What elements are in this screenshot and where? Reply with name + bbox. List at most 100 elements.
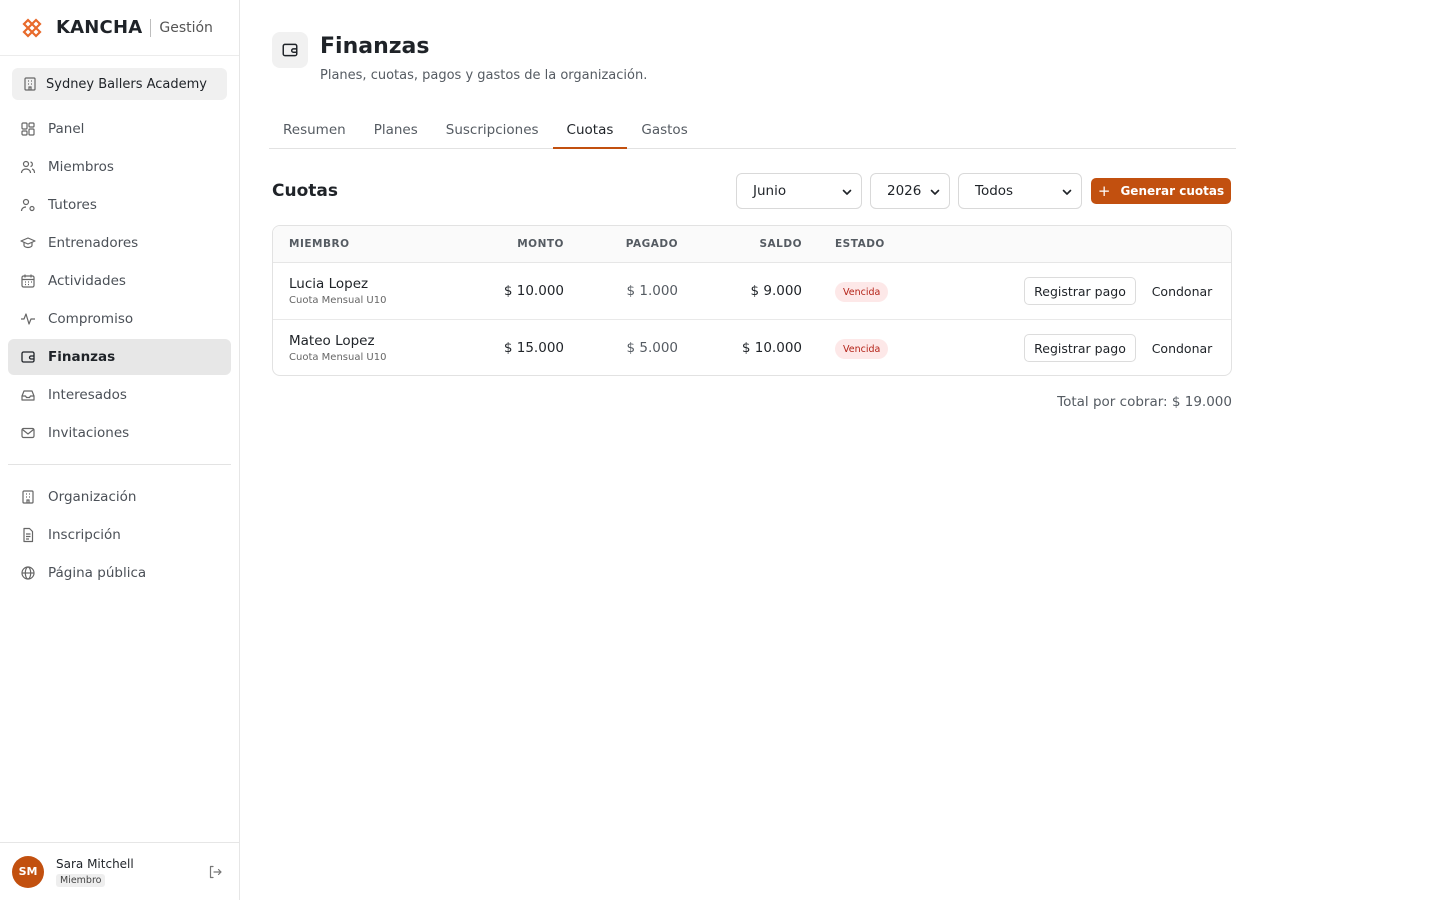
graduation-cap-icon (20, 237, 36, 249)
column-header-balance: SALDO (759, 238, 802, 250)
month-select-value: Junio (753, 183, 787, 199)
user-info: Sara Mitchell Miembro (56, 857, 134, 887)
sidebar-item-compromiso[interactable]: Compromiso (8, 301, 231, 337)
users-icon (20, 160, 36, 174)
sidebar-item-label: Finanzas (48, 349, 116, 365)
sidebar-item-entrenadores[interactable]: Entrenadores (8, 225, 231, 261)
calendar-icon (21, 274, 35, 288)
status-badge: Vencida (835, 282, 889, 302)
brand-name: KANCHA (56, 17, 143, 38)
chevron-down-icon (1062, 189, 1072, 195)
register-payment-button[interactable]: Registrar pago (1024, 334, 1136, 362)
sidebar-item-label: Interesados (48, 387, 127, 403)
generate-fees-label: Generar cuotas (1120, 184, 1225, 198)
avatar[interactable]: SM (12, 855, 44, 888)
column-header-amount: MONTO (517, 238, 564, 250)
section-title: Cuotas (272, 181, 338, 201)
globe-icon (21, 566, 35, 580)
sidebar-divider (8, 464, 231, 465)
document-icon (23, 527, 34, 543)
page-subtitle: Planes, cuotas, pagos y gastos de la org… (320, 68, 648, 83)
sidebar-item-tutores[interactable]: Tutores (8, 187, 231, 223)
user-name: Sara Mitchell (56, 856, 134, 871)
status-select-value: Todos (975, 183, 1014, 199)
sidebar-item-invitaciones[interactable]: Invitaciones (8, 415, 231, 451)
user-role-badge: Miembro (56, 873, 106, 887)
balance-cell: $ 10.000 (741, 340, 802, 356)
sidebar-item-label: Miembros (48, 159, 114, 175)
year-select[interactable]: 2026 (870, 173, 950, 209)
main-content: Finanzas Planes, cuotas, pagos y gastos … (240, 0, 1440, 900)
brand-divider (150, 18, 152, 37)
register-payment-button[interactable]: Registrar pago (1024, 277, 1136, 305)
chevron-down-icon (930, 189, 940, 195)
building-icon (22, 490, 34, 504)
sidebar-item-interesados[interactable]: Interesados (8, 377, 231, 413)
user-key-icon (20, 198, 35, 212)
column-header-status: ESTADO (835, 238, 885, 250)
sidebar-item-finanzas[interactable]: Finanzas (8, 339, 231, 375)
sidebar-item-label: Panel (48, 121, 85, 137)
month-select[interactable]: Junio (736, 173, 862, 209)
paid-cell: $ 5.000 (626, 340, 678, 356)
tab-planes[interactable]: Planes (360, 112, 432, 148)
sidebar-item-label: Actividades (48, 273, 126, 289)
sidebar-item-label: Invitaciones (48, 425, 130, 441)
user-profile: SM Sara Mitchell Miembro (0, 842, 239, 900)
page-title: Finanzas (320, 34, 430, 59)
tab-resumen[interactable]: Resumen (269, 112, 360, 148)
amount-cell: $ 15.000 (503, 340, 564, 356)
status-badge: Vencida (835, 339, 889, 359)
member-plan: Cuota Mensual U10 (289, 295, 387, 306)
column-header-paid: PAGADO (625, 238, 678, 250)
chevron-down-icon (842, 189, 852, 195)
sidebar-nav: Panel Miembros Tutores Entrenadores Acti… (8, 111, 231, 593)
sidebar: KANCHA Gestión Sydney Ballers Academy Pa… (0, 0, 240, 900)
sidebar-item-label: Página pública (48, 565, 147, 581)
table-header: MIEMBRO MONTO PAGADO SALDO ESTADO (273, 226, 1231, 263)
sidebar-item-actividades[interactable]: Actividades (8, 263, 231, 299)
amount-cell: $ 10.000 (503, 283, 564, 299)
wallet-icon (21, 351, 35, 363)
grid-icon (21, 122, 35, 136)
sidebar-item-inscripcion[interactable]: Inscripción (8, 517, 231, 553)
member-name: Lucia Lopez (289, 276, 369, 292)
tab-gastos[interactable]: Gastos (627, 112, 701, 148)
year-select-value: 2026 (887, 183, 922, 199)
generate-fees-button[interactable]: + Generar cuotas (1091, 178, 1231, 204)
kancha-logo-icon (22, 17, 42, 38)
paid-cell: $ 1.000 (626, 283, 678, 299)
member-plan: Cuota Mensual U10 (289, 352, 387, 363)
sidebar-item-panel[interactable]: Panel (8, 111, 231, 147)
waive-button[interactable]: Condonar (1144, 277, 1220, 305)
sidebar-item-label: Tutores (48, 197, 97, 213)
sidebar-item-miembros[interactable]: Miembros (8, 149, 231, 185)
sidebar-item-label: Organización (48, 489, 137, 505)
balance-cell: $ 9.000 (750, 283, 802, 299)
column-header-member: MIEMBRO (289, 238, 350, 250)
organization-switcher[interactable]: Sydney Ballers Academy (12, 68, 227, 100)
tab-suscripciones[interactable]: Suscripciones (432, 112, 553, 148)
finance-tabs: Resumen Planes Suscripciones Cuotas Gast… (269, 112, 1236, 149)
status-select[interactable]: Todos (958, 173, 1082, 209)
sidebar-item-label: Inscripción (48, 527, 121, 543)
member-name: Mateo Lopez (289, 333, 375, 349)
wallet-icon (282, 43, 298, 57)
sidebar-item-label: Entrenadores (48, 235, 139, 251)
brand[interactable]: KANCHA Gestión (0, 0, 239, 56)
sidebar-item-pagina-publica[interactable]: Página pública (8, 555, 231, 591)
total-receivable: Total por cobrar: $ 19.000 (1057, 394, 1232, 410)
table-row: Mateo Lopez Cuota Mensual U10 $ 15.000 $… (273, 320, 1231, 375)
inbox-icon (21, 390, 35, 401)
sidebar-item-label: Compromiso (48, 311, 134, 327)
building-icon (24, 77, 36, 91)
tab-cuotas[interactable]: Cuotas (552, 112, 628, 149)
sidebar-item-organizacion[interactable]: Organización (8, 479, 231, 515)
fees-table: MIEMBRO MONTO PAGADO SALDO ESTADO Lucia … (272, 225, 1232, 376)
mail-icon (21, 427, 35, 439)
waive-button[interactable]: Condonar (1144, 334, 1220, 362)
brand-subtitle: Gestión (159, 19, 213, 36)
plus-icon: + (1097, 181, 1111, 200)
table-row: Lucia Lopez Cuota Mensual U10 $ 10.000 $… (273, 263, 1231, 320)
logout-icon[interactable] (207, 864, 223, 880)
